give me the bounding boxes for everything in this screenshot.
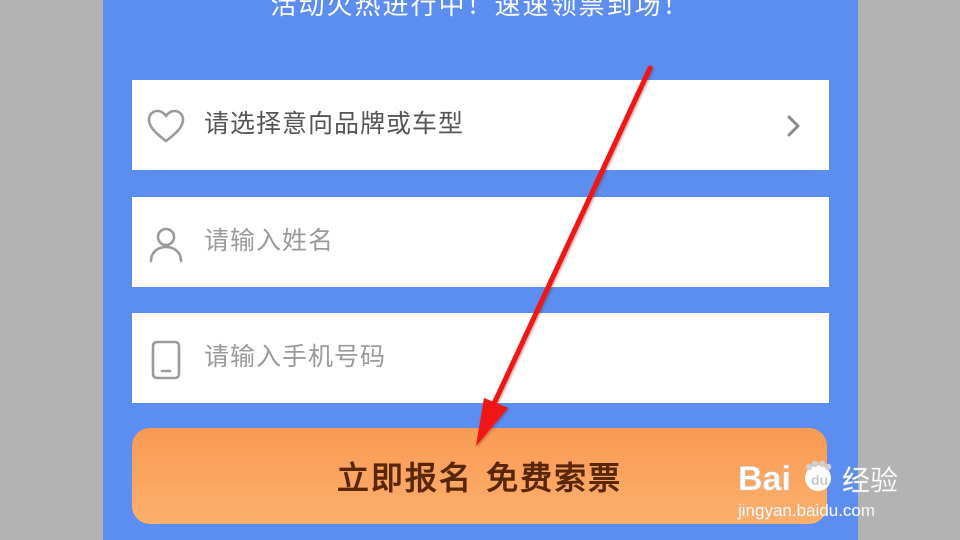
register-button[interactable]: 立即报名 免费索票 [132,428,827,524]
phone-icon [151,340,181,380]
name-field[interactable]: 请输入姓名 [132,197,829,287]
svg-text:Bai: Bai [738,460,791,498]
brand-select-label: 请选择意向品牌或车型 [204,109,465,138]
user-icon [149,227,183,263]
baidu-jingyan-watermark: Bai du 经验 jingyan.baidu.com [737,460,898,520]
phone-input[interactable]: 请输入手机号码 [204,339,386,375]
heart-icon [147,109,185,143]
brand-select[interactable]: 请选择意向品牌或车型 [132,80,829,170]
name-input[interactable]: 请输入姓名 [204,223,334,259]
promo-headline: 活动火热进行中！速速领票到场！ [270,0,691,21]
svg-text:jingyan.baidu.com: jingyan.baidu.com [737,501,875,520]
svg-text:du: du [811,472,828,488]
svg-text:经验: 经验 [842,464,898,497]
phone-field[interactable]: 请输入手机号码 [132,313,829,403]
chevron-right-icon [787,115,800,137]
